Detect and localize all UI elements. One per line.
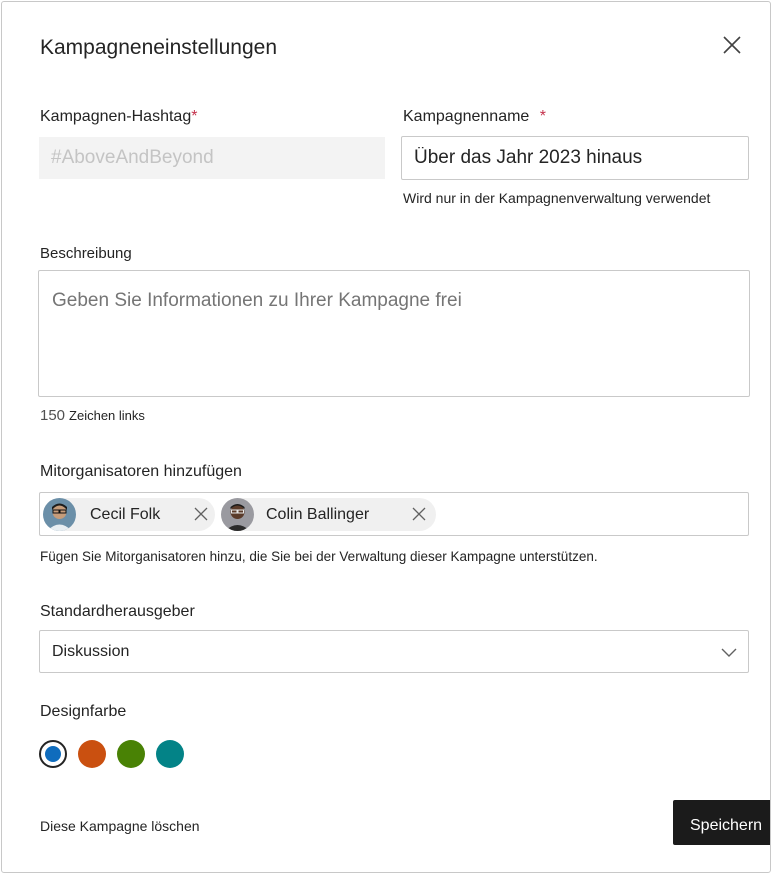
save-button[interactable]: Speichern — [673, 800, 770, 845]
person-name: Cecil Folk — [90, 505, 161, 523]
color-swatch-teal[interactable] — [156, 740, 184, 768]
color-swatch-orange[interactable] — [78, 740, 106, 768]
dismiss-icon — [194, 507, 208, 521]
characters-remaining-count: 150 — [40, 407, 66, 424]
coorganizers-hint: Fügen Sie Mitorganisatoren hinzu, die Si… — [40, 549, 598, 564]
characters-remaining: 150 Zeichen links — [40, 407, 145, 424]
close-icon — [723, 36, 741, 54]
avatar — [221, 498, 254, 531]
coorganizers-picker[interactable]: Cecil Folk Colin Ballinger — [39, 492, 749, 536]
remove-person-button[interactable] — [193, 506, 209, 522]
remove-person-button[interactable] — [411, 506, 427, 522]
color-swatch-blue-fill — [45, 746, 61, 762]
chevron-down-icon — [721, 648, 737, 657]
campaign-name-input[interactable] — [401, 136, 749, 180]
person-name: Colin Ballinger — [266, 505, 370, 523]
hashtag-label: Kampagnen-Hashtag* — [40, 108, 197, 126]
publisher-selected-value: Diskussion — [52, 643, 130, 660]
campaign-name-hint: Wird nur in der Kampagnenverwaltung verw… — [403, 190, 711, 206]
hashtag-required-mark: * — [191, 108, 198, 125]
hashtag-field: #AboveAndBeyond — [39, 137, 385, 179]
delete-campaign-link[interactable]: Diese Kampagne löschen — [40, 818, 200, 834]
description-textarea[interactable] — [38, 270, 750, 397]
close-button[interactable] — [720, 33, 744, 57]
person-chip: Colin Ballinger — [221, 498, 436, 531]
campaign-name-label: Kampagnenname * — [403, 108, 546, 126]
campaign-name-required-mark: * — [539, 108, 546, 125]
color-swatch-green[interactable] — [117, 740, 145, 768]
publisher-label: Standardherausgeber — [40, 603, 195, 620]
dismiss-icon — [412, 507, 426, 521]
campaign-name-label-text: Kampagnenname — [403, 108, 530, 125]
campaign-settings-dialog: Kampagneneinstellungen Kampagnen-Hashtag… — [1, 1, 771, 873]
theme-color-label: Designfarbe — [40, 703, 127, 720]
color-swatch-blue[interactable] — [39, 740, 67, 768]
hashtag-label-text: Kampagnen-Hashtag — [40, 108, 192, 125]
characters-remaining-label: Zeichen links — [69, 408, 145, 423]
avatar — [43, 498, 76, 531]
coorganizers-label: Mitorganisatoren hinzufügen — [40, 463, 242, 480]
publisher-dropdown[interactable]: Diskussion — [39, 630, 749, 673]
hashtag-value: #AboveAndBeyond — [51, 147, 214, 168]
dialog-title: Kampagneneinstellungen — [40, 36, 278, 59]
description-label: Beschreibung — [40, 245, 132, 262]
person-chip: Cecil Folk — [43, 498, 215, 531]
